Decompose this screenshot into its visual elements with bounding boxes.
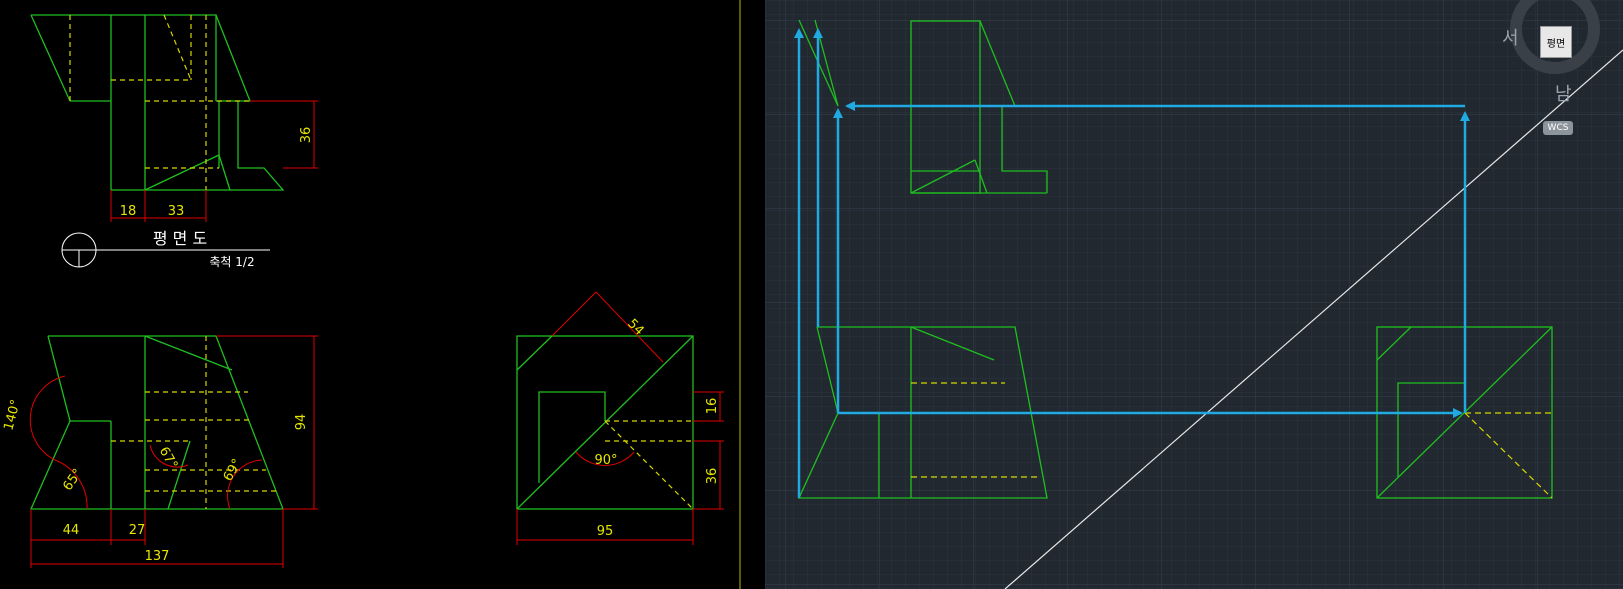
compass-west-label[interactable]: 서 bbox=[1502, 24, 1519, 50]
side-view-hidden-lines bbox=[604, 420, 694, 510]
paper-drawing: 36 18 33 평 면 도 축척 1/2 94 44 27 137 140° … bbox=[1, 0, 741, 589]
view-scale: 축척 1/2 bbox=[209, 255, 254, 269]
front-angle-140: 140° bbox=[1, 398, 24, 432]
plan-dim-36: 36 bbox=[299, 127, 314, 144]
paper-space-viewport[interactable]: 36 18 33 평 면 도 축척 1/2 94 44 27 137 140° … bbox=[0, 0, 765, 589]
viewcube-top-face[interactable]: 평면 bbox=[1540, 26, 1572, 58]
side-dim-95: 95 bbox=[597, 524, 614, 539]
front-dim-137: 137 bbox=[145, 549, 170, 564]
autocad-window: 36 18 33 평 면 도 축척 1/2 94 44 27 137 140° … bbox=[0, 0, 1623, 589]
side-dim-16: 16 bbox=[705, 398, 720, 415]
front-view-hidden-lines bbox=[111, 336, 276, 509]
plan-dim-33: 33 bbox=[168, 204, 185, 219]
plan-view-geometry bbox=[30, 14, 285, 191]
plan-view-hidden-lines bbox=[69, 14, 250, 190]
compass-south-label[interactable]: 남 bbox=[1555, 80, 1572, 106]
model-space-viewport[interactable] bbox=[765, 0, 1623, 589]
side-view-geometry bbox=[516, 335, 694, 510]
wcs-menu-button[interactable]: WCS bbox=[1543, 121, 1573, 135]
plan-view-dimension-lines bbox=[110, 100, 318, 222]
plan-dim-18: 18 bbox=[120, 204, 137, 219]
view-title: 평 면 도 bbox=[153, 229, 207, 248]
side-angle-90: 90° bbox=[594, 453, 617, 468]
front-angle-67: 67° bbox=[156, 445, 181, 472]
front-angle-65: 65° bbox=[60, 466, 86, 493]
model-drawing bbox=[765, 0, 1623, 589]
front-dim-44: 44 bbox=[63, 523, 80, 538]
major-grid bbox=[765, 0, 1623, 589]
front-dim-27: 27 bbox=[129, 523, 146, 538]
side-dim-54: 54 bbox=[624, 316, 646, 338]
front-dim-94: 94 bbox=[294, 414, 309, 431]
front-angle-69: 69° bbox=[221, 457, 246, 484]
side-dim-36: 36 bbox=[705, 468, 720, 485]
